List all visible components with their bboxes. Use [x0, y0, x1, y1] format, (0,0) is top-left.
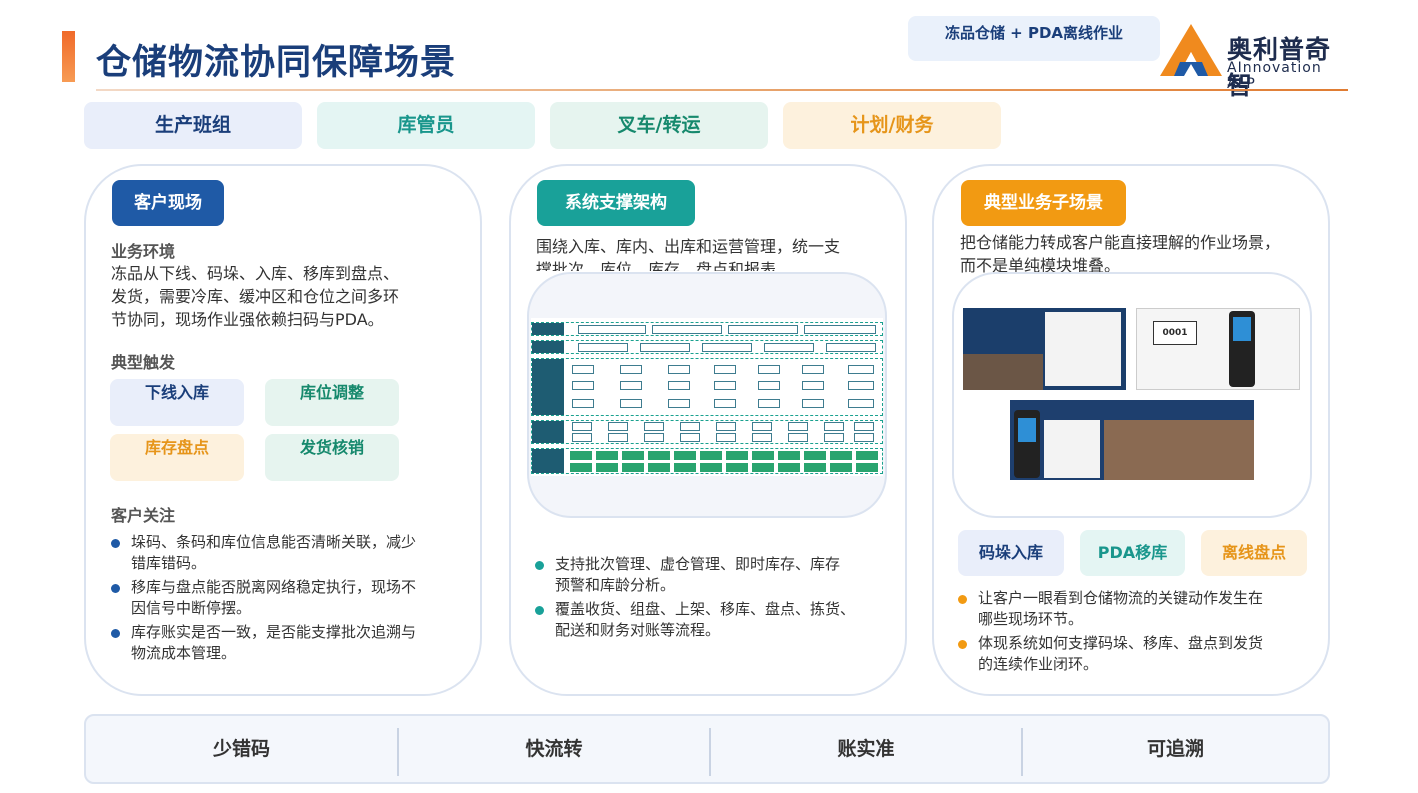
- focus-label: 客户关注: [111, 506, 176, 525]
- business-scenario-heading: 典型业务子场景: [961, 180, 1126, 226]
- logo-en: AInnovation ALP: [1227, 60, 1322, 92]
- kpi-fast-flow: 快流转: [525, 738, 583, 760]
- role-planning-finance: 计划/财务: [783, 102, 1001, 149]
- intro-line: 把仓储能力转成客户能直接理解的作业场景，: [960, 233, 1281, 252]
- system-architecture-heading: 系统支撑架构: [537, 180, 695, 226]
- env-line: 节协同，现场作业强依赖扫码与PDA。: [111, 310, 384, 329]
- bullet-dot-icon: [111, 539, 120, 548]
- customer-site-heading: 客户现场: [112, 180, 224, 226]
- architecture-intro: 围绕入库、库内、出库和运营管理，统一支 撑批次、库位、库存、盘点和报表。: [536, 235, 886, 271]
- bullet-dot-icon: [535, 606, 544, 615]
- trigger-chip-inventory-count: 库存盘点: [110, 434, 244, 481]
- architecture-diagram-image: [531, 318, 883, 476]
- trigger-chip-shipment-writeoff: 发货核销: [265, 434, 399, 481]
- scenario-points: 让客户一眼看到仓储物流的关键动作发生在 哪些现场环节。 体现系统如何支撑码垛、移库…: [956, 588, 1316, 678]
- bullet-dot-icon: [111, 584, 120, 593]
- list-item: 移库与盘点能否脱离网络稳定执行，现场不 因信号中断停摆。: [109, 577, 469, 619]
- list-item: 覆盖收货、组盘、上架、移库、盘点、拣货、 配送和财务对账等流程。: [533, 599, 883, 641]
- scenario-chip-pda-transfer: PDA移库: [1080, 530, 1185, 576]
- scenario-intro: 把仓储能力转成客户能直接理解的作业场景， 而不是单纯模块堆叠。: [960, 231, 1310, 277]
- role-production-team: 生产班组: [84, 102, 302, 149]
- architecture-points: 支持批次管理、虚仓管理、即时库存、库存 预警和库龄分析。 覆盖收货、组盘、上架、移…: [533, 554, 883, 644]
- header-divider: [96, 89, 1348, 91]
- bullet-dot-icon: [111, 629, 120, 638]
- trigger-chip-location-adjust: 库位调整: [265, 379, 399, 426]
- env-label: 业务环境: [111, 242, 176, 261]
- value-bar: 少错码 快流转 账实准 可追溯: [84, 714, 1330, 784]
- logo-mark-icon: [1160, 24, 1222, 76]
- env-text: 冻品从下线、码垛、入库、移库到盘点、 发货，需要冷库、缓冲区和仓位之间多环 节协…: [111, 262, 471, 331]
- offline-count-screenshot: [1010, 400, 1254, 480]
- focus-list: 垛码、条码和库位信息能否清晰关联，减少 错库错码。 移库与盘点能否脱离网络稳定执行…: [109, 532, 469, 667]
- title-accent-bar: [62, 31, 75, 82]
- bullet-dot-icon: [958, 595, 967, 604]
- intro-line: 撑批次、库位、库存、盘点和报表。: [536, 260, 793, 271]
- label-pda-screenshot: 0001: [1136, 308, 1300, 390]
- trigger-label: 典型触发: [111, 353, 176, 372]
- intro-line: 围绕入库、库内、出库和运营管理，统一支: [536, 237, 841, 256]
- scenario-chip-stack-inbound: 码垛入库: [958, 530, 1064, 576]
- kpi-fewer-errors: 少错码: [212, 738, 270, 760]
- kpi-accurate-ledger: 账实准: [837, 738, 895, 760]
- scenario-chip-offline-count: 离线盘点: [1201, 530, 1307, 576]
- env-line: 冻品从下线、码垛、入库、移库到盘点、: [111, 264, 400, 283]
- kpi-traceable: 可追溯: [1146, 738, 1204, 760]
- bullet-dot-icon: [535, 561, 544, 570]
- role-warehouse-keeper: 库管员: [317, 102, 535, 149]
- list-item: 库存账实是否一致，是否能支撑批次追溯与 物流成本管理。: [109, 622, 469, 664]
- scene-tag: 冻品仓储 + PDA离线作业: [908, 16, 1160, 61]
- env-line: 发货，需要冷库、缓冲区和仓位之间多环: [111, 287, 400, 306]
- list-item: 垛码、条码和库位信息能否清晰关联，减少 错库错码。: [109, 532, 469, 574]
- page-title: 仓储物流协同保障场景: [96, 43, 457, 83]
- role-forklift-transfer: 叉车/转运: [550, 102, 768, 149]
- stacking-screenshot: [963, 308, 1126, 390]
- list-item: 让客户一眼看到仓储物流的关键动作发生在 哪些现场环节。: [956, 588, 1316, 630]
- list-item: 体现系统如何支撑码垛、移库、盘点到发货 的连续作业闭环。: [956, 633, 1316, 675]
- bullet-dot-icon: [958, 640, 967, 649]
- trigger-chip-offline-inbound: 下线入库: [110, 379, 244, 426]
- list-item: 支持批次管理、虚仓管理、即时库存、库存 预警和库龄分析。: [533, 554, 883, 596]
- company-logo: 奥利普奇智 AInnovation ALP: [1158, 22, 1348, 100]
